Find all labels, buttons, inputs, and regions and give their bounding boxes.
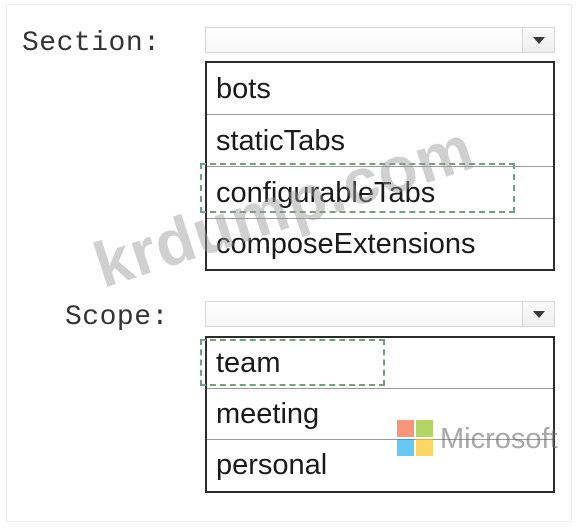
scope-dropdown-toggle[interactable] (522, 302, 554, 326)
section-label: Section: (22, 28, 161, 59)
scope-option-meeting[interactable]: meeting (207, 389, 553, 440)
section-options-list: bots staticTabs configurableTabs compose… (205, 61, 555, 271)
scope-dropdown[interactable] (205, 301, 555, 327)
chevron-down-icon (533, 37, 545, 44)
scope-option-personal[interactable]: personal (207, 440, 553, 491)
section-dropdown-toggle[interactable] (522, 28, 554, 52)
chevron-down-icon (533, 311, 545, 318)
scope-options-list: team meeting personal (205, 336, 555, 493)
section-dropdown[interactable] (205, 27, 555, 53)
scope-option-team[interactable]: team (207, 338, 553, 389)
section-option-configurable-tabs[interactable]: configurableTabs (207, 167, 553, 219)
section-option-bots[interactable]: bots (207, 63, 553, 115)
section-option-static-tabs[interactable]: staticTabs (207, 115, 553, 167)
section-option-compose-extensions[interactable]: composeExtensions (207, 219, 553, 269)
scope-label: Scope: (65, 302, 169, 333)
